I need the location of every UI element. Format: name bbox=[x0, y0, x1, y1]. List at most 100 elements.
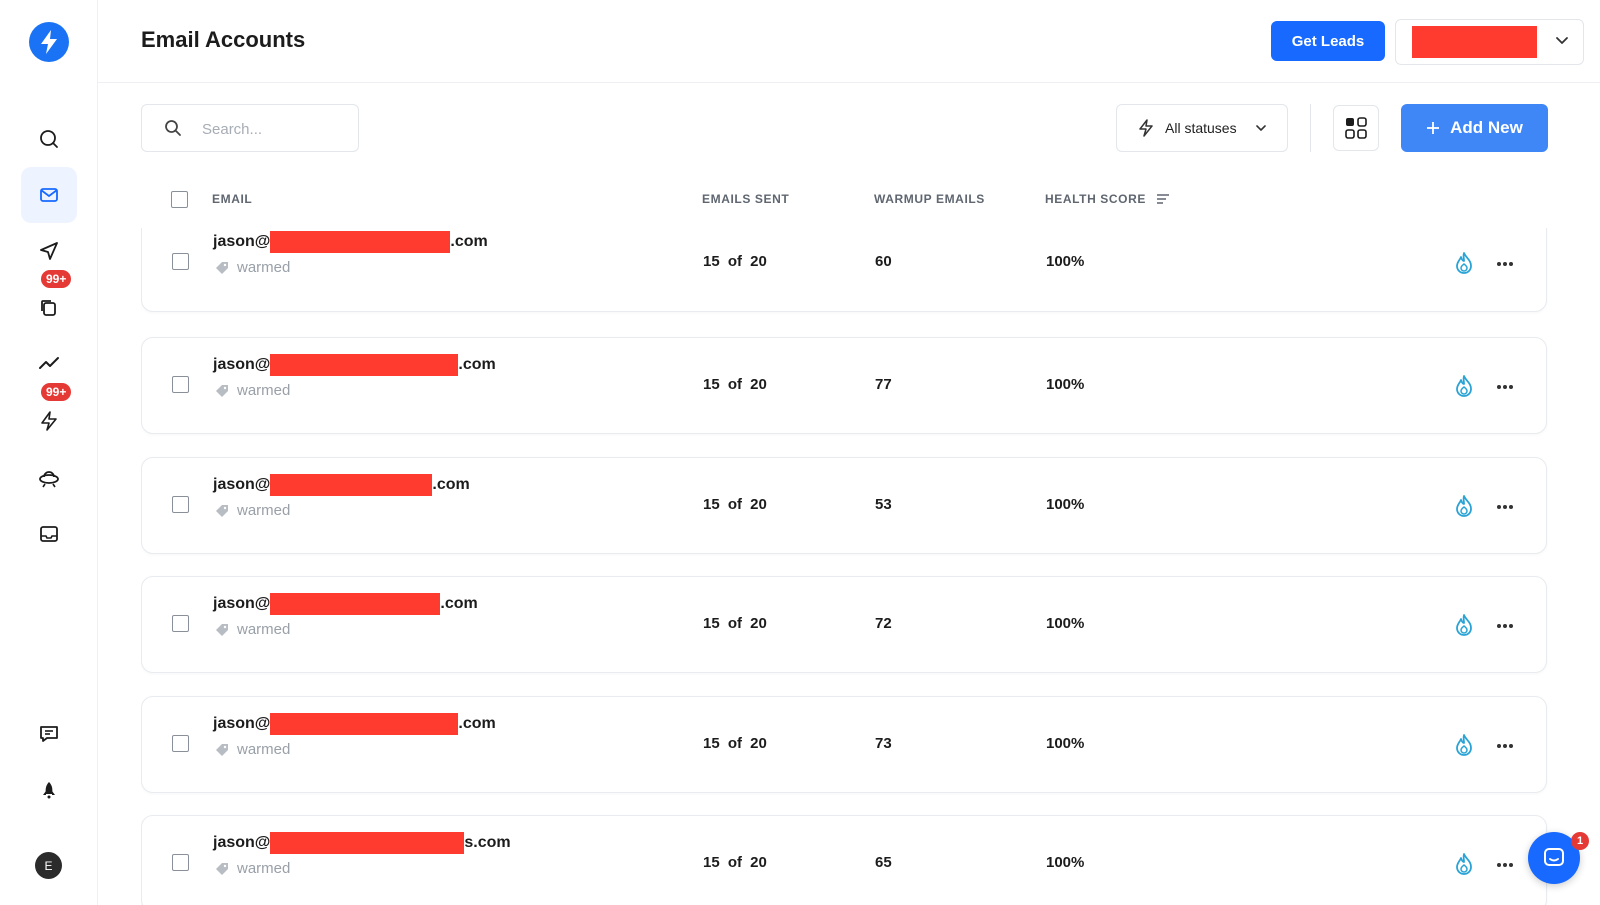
email-prefix: jason@ bbox=[213, 595, 271, 612]
email-prefix: jason@ bbox=[213, 356, 271, 373]
table-row[interactable]: jason@ .com warmed 15 of 20 53 100% bbox=[141, 457, 1547, 554]
zap-icon bbox=[1139, 119, 1153, 137]
get-leads-button[interactable]: Get Leads bbox=[1271, 21, 1385, 61]
fire-icon[interactable] bbox=[1454, 613, 1474, 637]
email-address[interactable]: jason@ .com bbox=[213, 231, 488, 253]
warmup-emails-value: 72 bbox=[875, 615, 892, 632]
plus-icon bbox=[1427, 122, 1440, 134]
email-address[interactable]: jason@ .com bbox=[213, 593, 478, 615]
tag-icon bbox=[216, 384, 228, 397]
account-tag[interactable]: warmed bbox=[215, 741, 290, 758]
send-icon bbox=[40, 242, 58, 260]
chat-notification-badge: 1 bbox=[1571, 832, 1589, 850]
status-filter-dropdown[interactable]: All statuses bbox=[1116, 104, 1288, 152]
add-new-button[interactable]: Add New bbox=[1401, 104, 1548, 152]
email-suffix: .com bbox=[440, 595, 478, 612]
email-address[interactable]: jason@ .com bbox=[213, 713, 496, 735]
more-icon[interactable] bbox=[1496, 743, 1514, 749]
email-prefix: jason@ bbox=[213, 233, 271, 250]
tag-icon bbox=[216, 261, 228, 274]
row-checkbox[interactable] bbox=[172, 376, 189, 393]
redacted-domain bbox=[270, 832, 465, 854]
inbox-icon bbox=[40, 526, 58, 542]
health-score-value: 100% bbox=[1046, 615, 1085, 632]
table-row[interactable]: jason@ .com warmed 15 of 20 73 100% bbox=[141, 696, 1547, 793]
row-checkbox[interactable] bbox=[172, 496, 189, 513]
emails-sent-value: 15 of 20 bbox=[703, 496, 767, 513]
redacted-domain bbox=[270, 713, 459, 735]
sidebar-item-automations[interactable]: 99+ bbox=[21, 383, 77, 449]
email-suffix: .com bbox=[450, 233, 488, 250]
more-icon[interactable] bbox=[1496, 862, 1514, 868]
more-icon[interactable] bbox=[1496, 504, 1514, 510]
account-tag[interactable]: warmed bbox=[215, 502, 290, 519]
fire-icon[interactable] bbox=[1454, 733, 1474, 757]
column-header-warmup-emails[interactable]: WARMUP EMAILS bbox=[874, 192, 985, 206]
table-row[interactable]: jason@ s.com warmed 15 of 20 65 100% bbox=[141, 815, 1547, 905]
view-toggle-button[interactable] bbox=[1333, 105, 1379, 151]
tag-icon bbox=[216, 504, 228, 517]
table-header: EMAIL EMAILS SENT WARMUP EMAILS HEALTH S… bbox=[141, 186, 1548, 212]
account-tag[interactable]: warmed bbox=[215, 621, 290, 638]
toolbar-divider bbox=[1310, 104, 1311, 152]
warmup-emails-value: 77 bbox=[875, 376, 892, 393]
sidebar-item-explore[interactable] bbox=[21, 450, 77, 506]
health-score-value: 100% bbox=[1046, 376, 1085, 393]
fire-icon[interactable] bbox=[1454, 374, 1474, 398]
page-title: Email Accounts bbox=[141, 27, 306, 52]
warmup-emails-value: 65 bbox=[875, 854, 892, 871]
redacted-account-name bbox=[1412, 26, 1537, 58]
sidebar-item-email-accounts[interactable] bbox=[21, 167, 77, 223]
fire-icon[interactable] bbox=[1454, 251, 1474, 275]
sidebar-item-search[interactable] bbox=[21, 111, 77, 167]
workspace-selector[interactable] bbox=[1395, 19, 1584, 65]
row-checkbox[interactable] bbox=[172, 735, 189, 752]
account-tag[interactable]: warmed bbox=[215, 860, 290, 877]
more-icon[interactable] bbox=[1496, 623, 1514, 629]
email-address[interactable]: jason@ s.com bbox=[213, 832, 511, 854]
row-checkbox[interactable] bbox=[172, 615, 189, 632]
sidebar-item-unibox[interactable]: 99+ bbox=[21, 270, 77, 336]
table-row[interactable]: jason@ .com warmed 15 of 20 60 100% bbox=[141, 228, 1547, 312]
select-all-checkbox[interactable] bbox=[171, 191, 188, 208]
sidebar-item-inbox[interactable] bbox=[21, 506, 77, 562]
more-icon[interactable] bbox=[1496, 384, 1514, 390]
tag-label: warmed bbox=[237, 621, 291, 638]
fire-icon[interactable] bbox=[1454, 494, 1474, 518]
sort-icon[interactable] bbox=[1156, 193, 1170, 205]
avatar[interactable]: E bbox=[35, 852, 62, 879]
row-checkbox[interactable] bbox=[172, 253, 189, 270]
account-tag[interactable]: warmed bbox=[215, 382, 290, 399]
fire-icon[interactable] bbox=[1454, 852, 1474, 876]
search-icon bbox=[40, 130, 58, 148]
mail-icon bbox=[40, 188, 58, 202]
email-suffix: .com bbox=[458, 356, 496, 373]
tag-icon bbox=[216, 862, 228, 875]
table-row[interactable]: jason@ .com warmed 15 of 20 72 100% bbox=[141, 576, 1547, 673]
sidebar-item-feedback[interactable] bbox=[21, 706, 77, 762]
lightning-logo-icon[interactable] bbox=[29, 22, 69, 62]
notification-badge: 99+ bbox=[41, 270, 72, 288]
email-address[interactable]: jason@ .com bbox=[213, 474, 470, 496]
email-suffix: .com bbox=[458, 715, 496, 732]
row-checkbox[interactable] bbox=[172, 854, 189, 871]
table-row[interactable]: jason@ .com warmed 15 of 20 77 100% bbox=[141, 337, 1547, 434]
email-accounts-list: jason@ .com warmed 15 of 20 60 100% jaso… bbox=[141, 228, 1548, 905]
sidebar-item-getting-started[interactable] bbox=[21, 763, 77, 819]
chevron-down-icon bbox=[1556, 37, 1568, 44]
account-tag[interactable]: warmed bbox=[215, 259, 290, 276]
column-header-health-score[interactable]: HEALTH SCORE bbox=[1045, 192, 1170, 206]
health-score-label: HEALTH SCORE bbox=[1045, 192, 1146, 206]
more-icon[interactable] bbox=[1496, 261, 1514, 267]
column-header-emails-sent[interactable]: EMAILS SENT bbox=[702, 192, 789, 206]
page-header: Email Accounts Get Leads bbox=[98, 0, 1600, 83]
emails-sent-value: 15 of 20 bbox=[703, 376, 767, 393]
zap-icon bbox=[41, 411, 57, 431]
health-score-value: 100% bbox=[1046, 253, 1085, 270]
tag-label: warmed bbox=[237, 382, 291, 399]
column-header-email[interactable]: EMAIL bbox=[212, 192, 252, 206]
search-box[interactable] bbox=[141, 104, 359, 152]
search-input[interactable] bbox=[202, 117, 347, 141]
email-address[interactable]: jason@ .com bbox=[213, 354, 496, 376]
emails-sent-value: 15 of 20 bbox=[703, 735, 767, 752]
